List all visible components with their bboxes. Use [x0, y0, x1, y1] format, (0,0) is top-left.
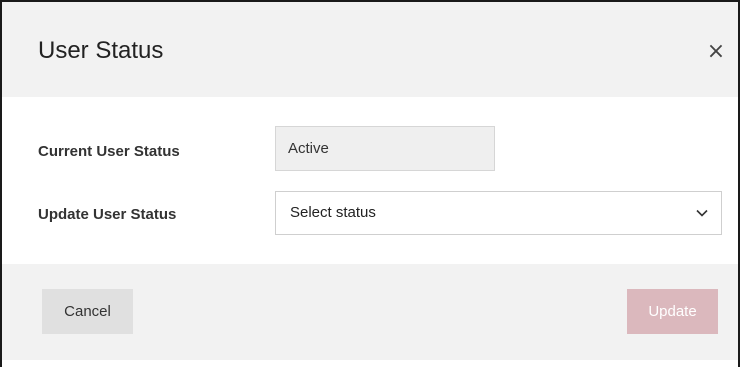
chevron-down-icon: [696, 209, 708, 217]
dialog-header: User Status ×: [2, 2, 738, 97]
close-icon[interactable]: ×: [704, 40, 728, 64]
update-button[interactable]: Update: [627, 289, 718, 334]
cancel-button[interactable]: Cancel: [42, 289, 133, 334]
dialog-footer: Cancel Update: [2, 264, 738, 360]
dialog-title: User Status: [38, 37, 164, 64]
user-status-dialog: User Status × Current User Status Active…: [0, 0, 740, 367]
current-status-field: Active: [275, 126, 495, 171]
select-value: Select status: [290, 204, 376, 221]
current-status-label: Current User Status: [38, 143, 180, 160]
update-status-label: Update User Status: [38, 206, 177, 223]
dialog-body: Current User Status Active Update User S…: [2, 97, 738, 264]
update-status-select[interactable]: Select status: [275, 191, 722, 235]
